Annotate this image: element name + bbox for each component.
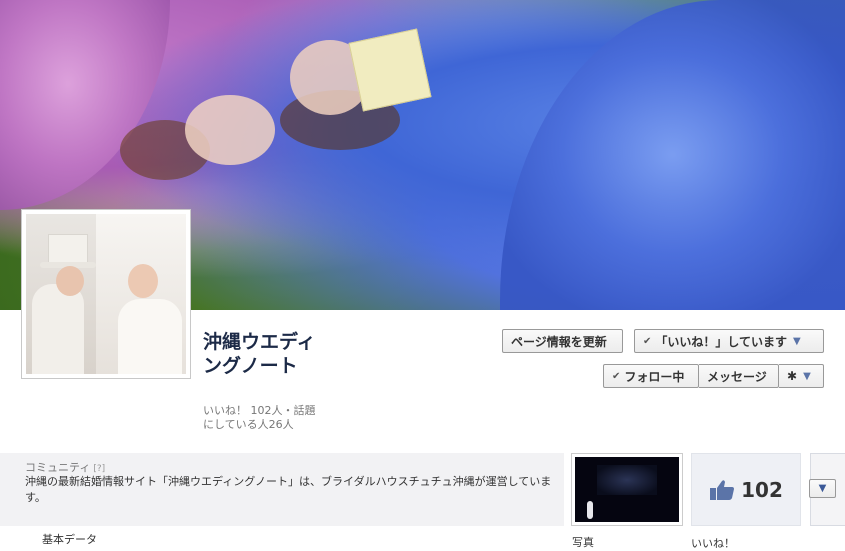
chevron-down-icon: ▼ <box>793 335 801 347</box>
about-category-label[interactable]: コミュニティ <box>25 461 90 474</box>
photos-thumbnail <box>575 457 679 522</box>
check-icon: ✔ <box>643 335 652 347</box>
help-icon[interactable]: [?] <box>93 464 105 474</box>
message-label: メッセージ <box>707 369 767 384</box>
likes-tile[interactable]: 102 <box>691 453 801 526</box>
photo-screen <box>597 465 657 495</box>
photos-tile[interactable] <box>571 453 683 526</box>
more-button[interactable]: ▼ <box>809 479 836 498</box>
profile-groom-head <box>56 266 84 296</box>
profile-picture-image <box>26 214 186 374</box>
liked-label: 「いいね！」しています <box>655 334 788 349</box>
chevron-down-icon: ▼ <box>803 370 811 382</box>
gear-icon: ✱ <box>787 369 798 383</box>
page-title[interactable]: 沖縄ウエディングノート <box>203 330 333 378</box>
message-button[interactable]: メッセージ <box>699 364 779 388</box>
about-category: コミュニティ [?] <box>25 459 105 475</box>
chevron-down-icon: ▼ <box>818 483 827 494</box>
like-thumb-icon <box>709 479 735 501</box>
basic-data-link[interactable]: 基本データ <box>42 531 97 547</box>
profile-bride <box>118 299 182 374</box>
update-page-info-button[interactable]: ページ情報を更新 <box>502 329 623 353</box>
check-icon: ✔ <box>612 370 621 382</box>
cover-pink-dress <box>0 0 170 210</box>
about-description: 沖縄の最新結婚情報サイト「沖縄ウエディングノート」は、ブライダルハウスチュチュ沖… <box>25 475 552 504</box>
cover-blue-dress <box>500 0 845 310</box>
profile-groom <box>32 284 84 374</box>
likes-label[interactable]: いいね！ <box>691 535 735 551</box>
photo-person <box>587 501 593 519</box>
following-button[interactable]: ✔ フォロー中 <box>603 364 699 388</box>
like-count: 102 <box>741 477 783 502</box>
profile-top-hat <box>48 234 88 264</box>
likes-summary: いいね！ 102人・話題にしている人26人 <box>203 404 316 431</box>
cover-book <box>348 28 432 112</box>
profile-bride-head <box>128 264 158 298</box>
profile-picture[interactable] <box>21 209 191 379</box>
photos-label[interactable]: 写真 <box>572 534 594 550</box>
update-page-info-label: ページ情報を更新 <box>511 334 607 349</box>
following-label: フォロー中 <box>624 369 685 384</box>
settings-button[interactable]: ✱ ▼ <box>779 364 824 388</box>
cover-face-left <box>185 95 275 165</box>
liked-button[interactable]: ✔ 「いいね！」しています ▼ <box>634 329 824 353</box>
